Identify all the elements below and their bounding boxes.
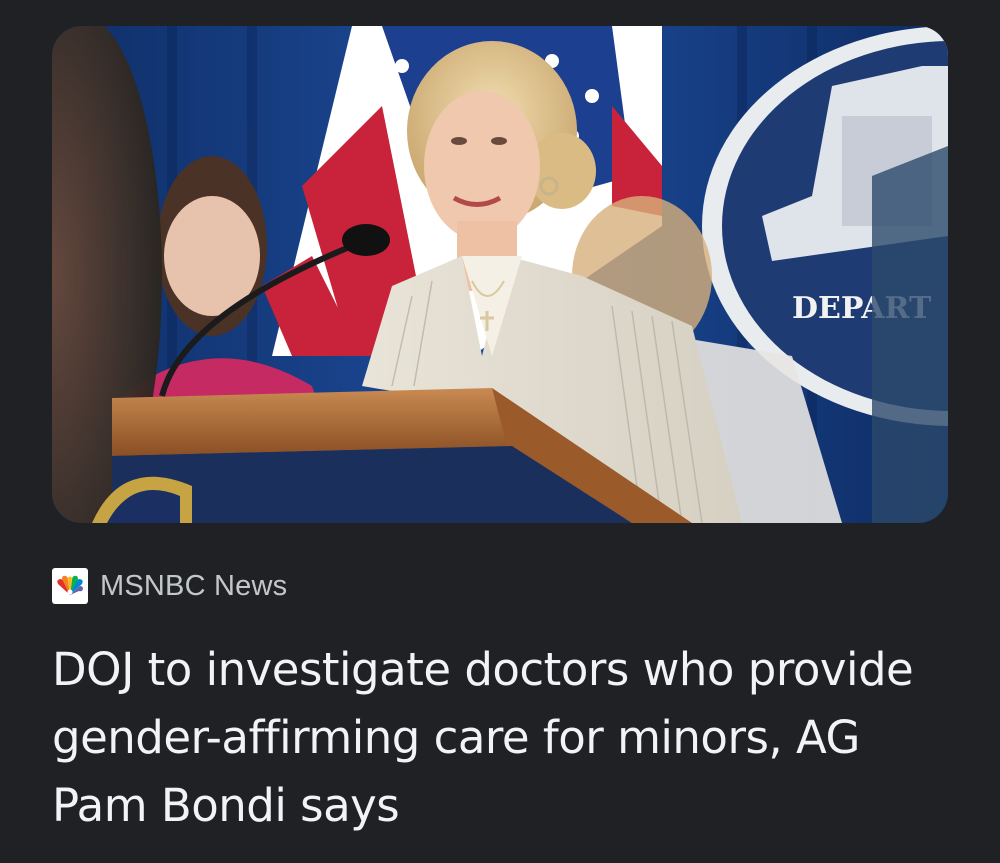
source-row[interactable]: MSNBC News	[52, 566, 287, 606]
news-card[interactable]: DEPART MSNBC News DOJ to investigate doc…	[0, 0, 1000, 863]
article-headline[interactable]: DOJ to investigate doctors who provide g…	[52, 636, 952, 840]
source-name: MSNBC News	[100, 569, 288, 602]
article-image[interactable]: DEPART	[52, 26, 948, 523]
nbc-peacock-icon	[52, 568, 88, 604]
